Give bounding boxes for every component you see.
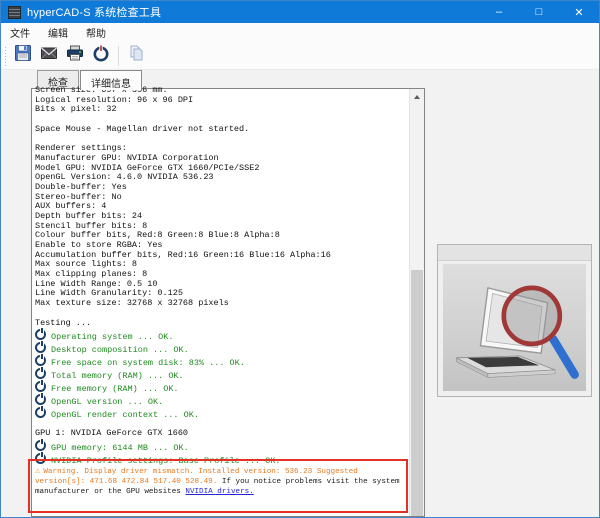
laptop-magnifier-icon bbox=[445, 267, 585, 389]
vertical-scrollbar[interactable] bbox=[409, 89, 424, 516]
console-line: ⚠Warning. Display driver mismatch. Insta… bbox=[35, 466, 409, 497]
minimize-button[interactable]: – bbox=[479, 1, 519, 23]
email-icon bbox=[39, 43, 59, 68]
window-title: hyperCAD-S 系统检查工具 bbox=[27, 4, 161, 20]
menu-bar: 文件 编辑 帮助 bbox=[1, 23, 599, 43]
console-line: Bits x pixel: 32 bbox=[35, 105, 409, 115]
console-line: Total memory (RAM) ... OK. bbox=[35, 367, 409, 380]
console-line: Operating system ... OK. bbox=[35, 328, 409, 341]
test-status-icon bbox=[35, 355, 46, 366]
copy-icon bbox=[126, 43, 146, 68]
console-line: Free memory (RAM) ... OK. bbox=[35, 380, 409, 393]
warning-icon: ⚠ bbox=[35, 466, 40, 476]
scrollbar-thumb[interactable] bbox=[411, 270, 423, 516]
print-button[interactable] bbox=[62, 44, 88, 68]
console-line: GPU 1: NVIDIA GeForce GTX 1660 bbox=[35, 429, 409, 439]
title-bar: hyperCAD-S 系统检查工具 – □ ✕ bbox=[1, 1, 599, 23]
power-icon bbox=[91, 43, 111, 68]
console-line: Max texture size: 32768 x 32768 pixels bbox=[35, 299, 409, 309]
console-line: Space Mouse - Magellan driver not starte… bbox=[35, 125, 409, 135]
close-button[interactable]: ✕ bbox=[559, 1, 599, 23]
test-status-icon bbox=[35, 329, 46, 340]
illustration-panel bbox=[437, 244, 592, 397]
menu-help[interactable]: 帮助 bbox=[77, 23, 115, 42]
app-icon bbox=[8, 6, 21, 19]
console-line: OpenGL render context ... OK. bbox=[35, 406, 409, 419]
nvidia-drivers-link[interactable]: NVIDIA drivers. bbox=[185, 488, 253, 496]
menu-file[interactable]: 文件 bbox=[1, 23, 39, 42]
scroll-up-arrow-icon[interactable] bbox=[410, 89, 424, 104]
console-line: OpenGL version ... OK. bbox=[35, 393, 409, 406]
test-status-icon bbox=[35, 381, 46, 392]
maximize-button[interactable]: □ bbox=[519, 1, 559, 23]
console-output: Screen size: 697 x 356 mm.Logical resolu… bbox=[35, 86, 409, 516]
toolbar-separator bbox=[118, 46, 119, 66]
menu-edit[interactable]: 编辑 bbox=[39, 23, 77, 42]
tab-details[interactable]: 详细信息 bbox=[80, 70, 142, 90]
laptop-magnifier-illustration bbox=[443, 264, 586, 391]
window-controls: – □ ✕ bbox=[479, 1, 599, 23]
save-icon bbox=[13, 43, 33, 68]
email-button[interactable] bbox=[36, 44, 62, 68]
console-line bbox=[35, 309, 409, 319]
save-button[interactable] bbox=[10, 44, 36, 68]
test-status-icon bbox=[35, 440, 46, 451]
print-icon bbox=[65, 43, 85, 68]
test-status-icon bbox=[35, 368, 46, 379]
test-status-icon bbox=[35, 453, 46, 464]
test-status-icon bbox=[35, 407, 46, 418]
power-button[interactable] bbox=[88, 44, 114, 68]
console-line: GPU memory: 6144 MB ... OK. bbox=[35, 439, 409, 452]
test-status-icon bbox=[35, 342, 46, 353]
test-status-icon bbox=[35, 394, 46, 405]
console-line: Desktop composition ... OK. bbox=[35, 341, 409, 354]
copy-button[interactable] bbox=[123, 44, 149, 68]
illustration-panel-header bbox=[438, 245, 591, 261]
toolbar-grip bbox=[4, 46, 8, 66]
console-line: Testing ... bbox=[35, 319, 409, 329]
console-line: NVIDIA Profile settings: Base Profile ..… bbox=[35, 452, 409, 465]
app-window: hyperCAD-S 系统检查工具 – □ ✕ 文件 编辑 帮助 bbox=[0, 0, 600, 518]
toolbar bbox=[1, 42, 599, 70]
console-line: Free space on system disk: 83% ... OK. bbox=[35, 354, 409, 367]
details-console[interactable]: Screen size: 697 x 356 mm.Logical resolu… bbox=[31, 88, 425, 517]
